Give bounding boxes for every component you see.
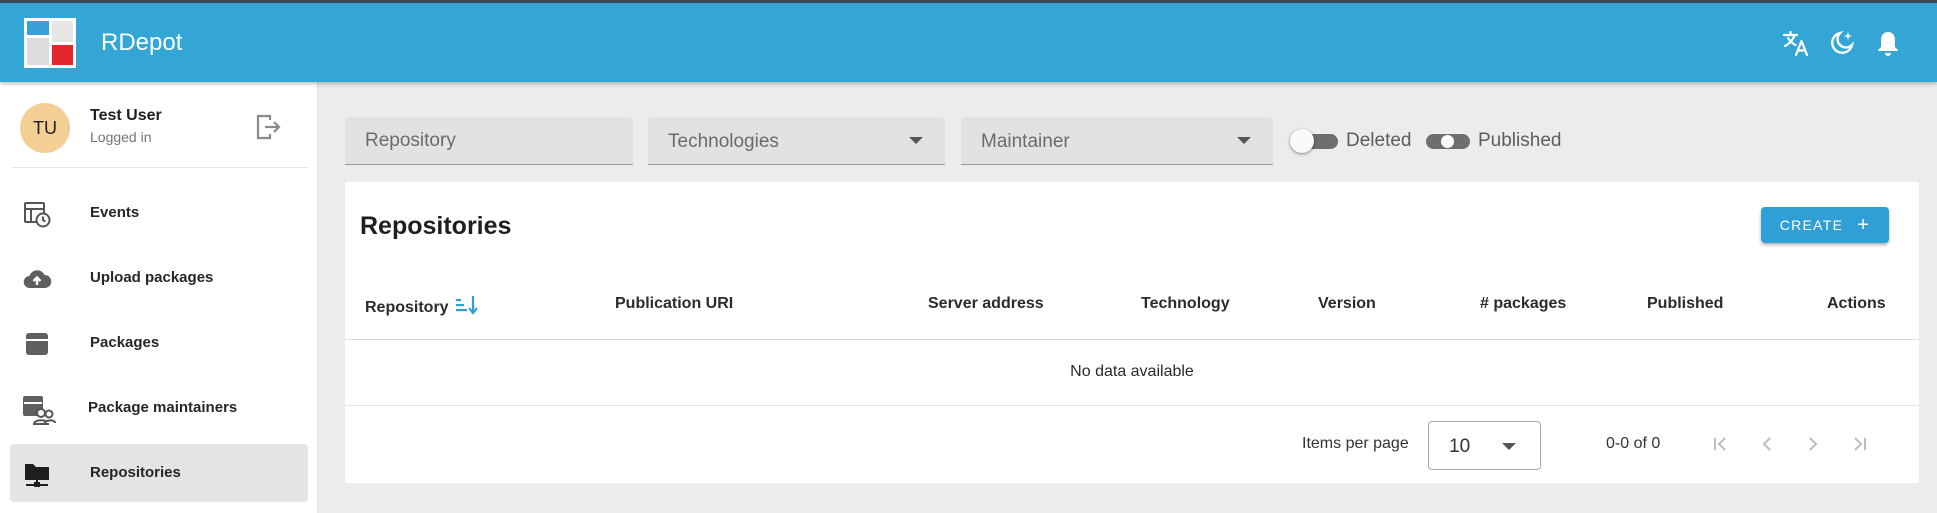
technologies-select[interactable]: Technologies	[648, 117, 945, 165]
repositories-card: Repositories CREATE + Repository Publica…	[345, 182, 1919, 483]
sidebar-item-label: Upload packages	[90, 269, 214, 286]
sidebar-item-label: Packages	[90, 334, 160, 351]
bell-icon[interactable]	[1873, 27, 1903, 59]
translate-icon[interactable]	[1781, 27, 1811, 59]
column-header-server-address[interactable]: Server address	[928, 295, 1044, 313]
rdepot-logo	[24, 18, 76, 68]
items-per-page-value: 10	[1449, 436, 1471, 457]
divider	[345, 339, 1919, 340]
sidebar-item-upload-packages[interactable]: Upload packages	[10, 249, 308, 307]
user-panel: TU Test User Logged in	[0, 82, 318, 168]
published-toggle[interactable]	[1424, 129, 1472, 153]
sidebar-item-label: Events	[90, 204, 140, 221]
create-button[interactable]: CREATE +	[1761, 207, 1889, 243]
cloud-upload-icon	[22, 264, 52, 294]
divider	[12, 167, 308, 168]
sidebar-item-package-maintainers[interactable]: Package maintainers	[10, 379, 308, 437]
user-name: Test User	[90, 107, 162, 124]
maintainer-placeholder: Maintainer	[981, 131, 1070, 152]
folder-network-icon	[22, 459, 52, 489]
sidebar-item-label: Repositories	[90, 464, 181, 481]
next-page-icon[interactable]	[1797, 428, 1829, 460]
create-button-label: CREATE	[1779, 217, 1844, 233]
published-label: Published	[1478, 130, 1562, 151]
maintainer-select[interactable]: Maintainer	[961, 117, 1273, 165]
items-per-page-label: Items per page	[1302, 435, 1409, 452]
events-icon	[22, 199, 52, 229]
sidebar-item-repositories[interactable]: Repositories	[10, 444, 308, 502]
column-header-actions: Actions	[1827, 295, 1886, 312]
last-page-icon[interactable]	[1843, 428, 1875, 460]
technologies-placeholder: Technologies	[668, 131, 779, 152]
column-header-version[interactable]: Version	[1318, 295, 1376, 313]
column-header-published[interactable]: Published	[1647, 295, 1723, 313]
column-header-publication-uri[interactable]: Publication URI	[615, 295, 733, 313]
deleted-toggle[interactable]	[1290, 129, 1340, 153]
empty-state-text: No data available	[1070, 363, 1194, 380]
items-per-page-select[interactable]: 10	[1428, 421, 1541, 470]
previous-page-icon[interactable]	[1751, 428, 1783, 460]
pagination-range: 0-0 of 0	[1606, 435, 1661, 452]
package-icon	[22, 329, 52, 359]
toggle-thumb	[1290, 129, 1314, 153]
chevron-down-icon	[909, 137, 923, 144]
logout-icon[interactable]	[253, 112, 283, 142]
column-header-repository[interactable]: Repository	[365, 295, 479, 317]
maintainers-icon	[22, 394, 56, 425]
divider	[345, 405, 1919, 406]
chevron-down-icon	[1502, 443, 1516, 450]
app-bar: RDepot	[0, 0, 1937, 82]
repository-filter-input[interactable]	[345, 117, 633, 165]
sidebar: TU Test User Logged in Events Upload pac…	[0, 82, 318, 513]
sidebar-item-events[interactable]: Events	[10, 184, 308, 242]
sidebar-item-packages[interactable]: Packages	[10, 314, 308, 372]
deleted-label: Deleted	[1346, 130, 1412, 151]
plus-icon: +	[1857, 214, 1871, 236]
page-title: Repositories	[360, 212, 512, 240]
avatar[interactable]: TU	[20, 103, 70, 153]
first-page-icon[interactable]	[1705, 428, 1737, 460]
theme-toggle-icon[interactable]	[1827, 27, 1857, 59]
sidebar-item-label: Package maintainers	[88, 399, 238, 416]
app-title[interactable]: RDepot	[101, 29, 182, 57]
toggle-thumb	[1441, 135, 1454, 148]
repository-search-input[interactable]	[345, 117, 633, 164]
user-status: Logged in	[90, 129, 152, 145]
column-header-technology[interactable]: Technology	[1141, 295, 1230, 313]
column-header-packages-count[interactable]: # packages	[1480, 295, 1566, 313]
chevron-down-icon	[1237, 137, 1251, 144]
sort-ascending-icon[interactable]	[455, 295, 479, 315]
